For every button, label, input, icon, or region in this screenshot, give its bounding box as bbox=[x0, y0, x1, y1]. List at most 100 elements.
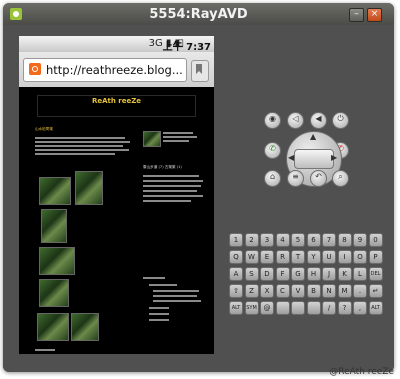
key-m[interactable]: M bbox=[337, 284, 352, 298]
key-4[interactable]: 4 bbox=[275, 233, 290, 247]
key-y[interactable]: Y bbox=[306, 250, 321, 264]
key-space[interactable] bbox=[275, 301, 290, 315]
sidebar-text-line bbox=[143, 180, 203, 182]
post-photo[interactable] bbox=[39, 177, 71, 205]
status-bar: 3G ▮ ◧ 上午 7:37 bbox=[19, 36, 214, 53]
key-space[interactable] bbox=[306, 301, 321, 315]
footer-line bbox=[35, 349, 55, 351]
key-p[interactable]: P bbox=[368, 250, 383, 264]
key-e[interactable]: E bbox=[260, 250, 274, 264]
post-photo[interactable] bbox=[41, 209, 67, 243]
key-1[interactable]: 1 bbox=[229, 233, 243, 247]
key-z[interactable]: Z bbox=[244, 284, 259, 298]
bookmark-icon[interactable] bbox=[191, 60, 209, 82]
profile-photo[interactable] bbox=[143, 131, 161, 147]
post-title[interactable]: 山水松寄樂 bbox=[35, 127, 53, 132]
status-clock: 上午 7:37 bbox=[163, 38, 211, 53]
key-c[interactable]: C bbox=[275, 284, 290, 298]
key-d[interactable]: D bbox=[260, 267, 274, 281]
dpad-up-icon[interactable]: ▲ bbox=[310, 132, 316, 141]
url-field[interactable]: http://reathreeze.blog... bbox=[23, 58, 187, 82]
key-alt[interactable]: ALT bbox=[229, 301, 243, 315]
volume-down-button[interactable]: ◁ bbox=[287, 112, 304, 129]
key-space[interactable] bbox=[291, 301, 305, 315]
key-u[interactable]: U bbox=[322, 250, 336, 264]
post-text-line bbox=[35, 137, 125, 139]
archive-line bbox=[153, 300, 201, 302]
key-x[interactable]: X bbox=[260, 284, 274, 298]
key-i[interactable]: I bbox=[337, 250, 352, 264]
key-/[interactable]: / bbox=[322, 301, 336, 315]
archive-line bbox=[149, 307, 169, 309]
home-button[interactable]: ⌂ bbox=[264, 170, 281, 187]
key-h[interactable]: H bbox=[306, 267, 321, 281]
sidebar-heading[interactable]: 雲山步道 (7) 古樂樂 (1) bbox=[143, 165, 182, 170]
key-n[interactable]: N bbox=[322, 284, 336, 298]
key-t[interactable]: T bbox=[291, 250, 305, 264]
archive-line bbox=[149, 319, 169, 321]
search-button[interactable]: ⌕ bbox=[332, 170, 349, 187]
key-g[interactable]: G bbox=[291, 267, 305, 281]
dpad-center-button[interactable] bbox=[294, 149, 334, 169]
key-f[interactable]: F bbox=[275, 267, 290, 281]
browser-url-bar: http://reathreeze.blog... bbox=[19, 52, 214, 87]
post-photo[interactable] bbox=[71, 313, 99, 341]
key-6[interactable]: 6 bbox=[306, 233, 321, 247]
key-b[interactable]: B bbox=[306, 284, 321, 298]
key-8[interactable]: 8 bbox=[337, 233, 352, 247]
key-q[interactable]: Q bbox=[229, 250, 243, 264]
key-2[interactable]: 2 bbox=[244, 233, 259, 247]
volume-up-button[interactable]: ◀ bbox=[310, 112, 327, 129]
camera-button[interactable]: ◉ bbox=[264, 112, 281, 129]
key-?[interactable]: ? bbox=[337, 301, 352, 315]
key-a[interactable]: A bbox=[229, 267, 243, 281]
device-screen[interactable]: 3G ▮ ◧ 上午 7:37 http://reathreeze.blog...… bbox=[19, 36, 214, 354]
key-3[interactable]: 3 bbox=[260, 233, 274, 247]
key-del[interactable]: DEL bbox=[368, 267, 383, 281]
key-@[interactable]: @ bbox=[260, 301, 274, 315]
key-sym[interactable]: SYM bbox=[244, 301, 259, 315]
key-.[interactable]: . bbox=[353, 284, 367, 298]
hardware-keyboard: 1 2 3 4 5 6 7 8 9 0 Q W E R T Y U I O P A S D F G H J K L DEL ⇧ Z X C V B N M… bbox=[229, 233, 384, 333]
post-photo[interactable] bbox=[39, 279, 69, 307]
key-j[interactable]: J bbox=[322, 267, 336, 281]
blog-page[interactable]: ReAth reeZe 山水松寄樂 雲山步道 (7) 古樂樂 (1) bbox=[19, 87, 214, 354]
title-bar[interactable]: 5554:RayAVD – × bbox=[3, 3, 394, 25]
archive-line bbox=[153, 295, 197, 297]
key-l[interactable]: L bbox=[353, 267, 367, 281]
close-button[interactable]: × bbox=[367, 8, 382, 22]
profile-text-line bbox=[163, 140, 189, 142]
post-photo[interactable] bbox=[39, 247, 75, 275]
key-⇧[interactable]: ⇧ bbox=[229, 284, 243, 298]
key-5[interactable]: 5 bbox=[291, 233, 305, 247]
archive-heading-line bbox=[143, 277, 165, 279]
key-r[interactable]: R bbox=[275, 250, 290, 264]
emulator-body: 3G ▮ ◧ 上午 7:37 http://reathreeze.blog...… bbox=[3, 25, 394, 372]
dpad-left-icon[interactable]: ◀ bbox=[288, 153, 294, 162]
key-w[interactable]: W bbox=[244, 250, 259, 264]
dpad-right-icon[interactable]: ▶ bbox=[331, 153, 337, 162]
blogger-favicon-icon bbox=[29, 63, 41, 75]
post-text-line bbox=[35, 141, 130, 143]
post-text-line bbox=[35, 153, 115, 155]
power-button[interactable]: ⏻ bbox=[332, 112, 349, 129]
call-icon[interactable]: ✆ bbox=[264, 142, 281, 159]
watermark: @ReAth reeZe bbox=[329, 367, 394, 377]
back-button[interactable]: ↶ bbox=[310, 170, 327, 187]
emulator-window: 5554:RayAVD – × 3G ▮ ◧ 上午 7:37 http://re… bbox=[3, 3, 394, 372]
key-v[interactable]: V bbox=[291, 284, 305, 298]
key-alt[interactable]: ALT bbox=[368, 301, 383, 315]
key-7[interactable]: 7 bbox=[322, 233, 336, 247]
key-9[interactable]: 9 bbox=[353, 233, 367, 247]
key-o[interactable]: O bbox=[353, 250, 367, 264]
minimize-button[interactable]: – bbox=[349, 8, 364, 22]
post-photo[interactable] bbox=[75, 171, 103, 205]
key-s[interactable]: S bbox=[244, 267, 259, 281]
key-k[interactable]: K bbox=[337, 267, 352, 281]
profile-text-line bbox=[163, 136, 197, 138]
post-photo[interactable] bbox=[37, 313, 69, 341]
key-0[interactable]: 0 bbox=[368, 233, 383, 247]
menu-button[interactable]: ≡ bbox=[287, 170, 304, 187]
key-↵[interactable]: ↵ bbox=[368, 284, 383, 298]
key-,[interactable]: , bbox=[353, 301, 367, 315]
